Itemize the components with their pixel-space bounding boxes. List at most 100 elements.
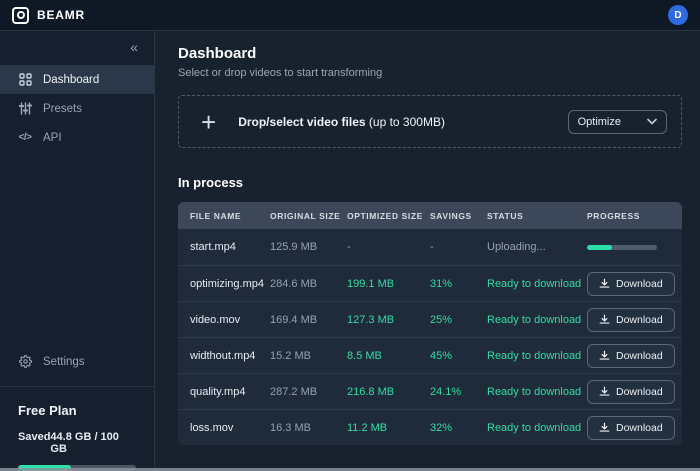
- cell-optimized-size: 199.1 MB: [347, 278, 430, 290]
- user-avatar[interactable]: D: [668, 5, 688, 25]
- download-button-label: Download: [616, 314, 663, 326]
- sidebar-item-label: API: [43, 132, 62, 144]
- cell-action: Download: [587, 308, 682, 332]
- cell-original-size: 16.3 MB: [270, 422, 347, 434]
- gear-icon: [18, 355, 32, 369]
- table-row: start.mp4 125.9 MB - - Uploading...: [178, 229, 682, 265]
- plan-saved-value: 44.8 GB / 100 GB: [50, 431, 132, 455]
- sidebar-collapse-icon[interactable]: «: [130, 39, 138, 55]
- column-header: OPTIMIZED SIZE: [347, 211, 430, 221]
- cell-file-name: start.mp4: [190, 241, 270, 253]
- cell-original-size: 169.4 MB: [270, 314, 347, 326]
- cell-status: Uploading...: [487, 241, 587, 253]
- brand-logo: BEAMR: [12, 7, 85, 24]
- section-title: In process: [178, 175, 682, 190]
- sliders-icon: [18, 102, 32, 116]
- download-icon: [599, 350, 610, 361]
- table-header-row: FILE NAME ORIGINAL SIZE OPTIMIZED SIZE S…: [178, 202, 682, 229]
- cell-optimized-size: 11.2 MB: [347, 422, 430, 434]
- column-header: PROGRESS: [587, 211, 682, 221]
- sidebar-item-presets[interactable]: Presets: [0, 94, 154, 123]
- main-content: Dashboard Select or drop videos to start…: [155, 31, 700, 471]
- plan-saved-label: Saved: [18, 431, 50, 443]
- cell-optimized-size: -: [347, 241, 430, 253]
- grid-icon: [18, 73, 32, 87]
- in-process-table: FILE NAME ORIGINAL SIZE OPTIMIZED SIZE S…: [178, 202, 682, 445]
- table-row: widthout.mp4 15.2 MB 8.5 MB 45% Ready to…: [178, 337, 682, 373]
- cell-savings: 24.1%: [430, 386, 487, 398]
- download-button-label: Download: [616, 386, 663, 398]
- download-icon: [599, 278, 610, 289]
- cell-action: Download: [587, 380, 682, 404]
- chevron-down-icon: [647, 118, 657, 125]
- cell-file-name: optimizing.mp4: [190, 278, 270, 290]
- cell-optimized-size: 8.5 MB: [347, 350, 430, 362]
- download-button[interactable]: Download: [587, 272, 675, 296]
- beamr-logo-icon: [12, 7, 29, 24]
- cell-original-size: 284.6 MB: [270, 278, 347, 290]
- cell-action: Download: [587, 416, 682, 440]
- code-icon: </>: [18, 131, 32, 145]
- dropzone-label-bold: Drop/select video files: [238, 115, 365, 129]
- cell-status: Ready to download: [487, 314, 587, 326]
- download-button-label: Download: [616, 422, 663, 434]
- sidebar: « Dashboard Presets: [0, 31, 155, 471]
- sidebar-item-dashboard[interactable]: Dashboard: [0, 65, 154, 94]
- cell-file-name: quality.mp4: [190, 386, 270, 398]
- cell-optimized-size: 127.3 MB: [347, 314, 430, 326]
- cell-savings: -: [430, 241, 487, 253]
- download-icon: [599, 314, 610, 325]
- sidebar-item-settings[interactable]: Settings: [0, 347, 154, 376]
- plan-box: Free Plan Saved 44.8 GB / 100 GB: [0, 387, 154, 471]
- cell-status: Ready to download: [487, 278, 587, 290]
- cell-status: Ready to download: [487, 350, 587, 362]
- sidebar-nav: Dashboard Presets </> API: [0, 65, 154, 152]
- row-progress-bar: [587, 245, 657, 250]
- cell-original-size: 287.2 MB: [270, 386, 347, 398]
- cell-savings: 32%: [430, 422, 487, 434]
- cell-file-name: loss.mov: [190, 422, 270, 434]
- file-dropzone[interactable]: + Drop/select video files (up to 300MB) …: [178, 95, 682, 148]
- cell-action: Download: [587, 272, 682, 296]
- cell-file-name: video.mov: [190, 314, 270, 326]
- mode-dropdown[interactable]: Optimize: [568, 110, 667, 134]
- table-body: start.mp4 125.9 MB - - Uploading... opti…: [178, 229, 682, 445]
- row-progress-fill: [587, 245, 612, 250]
- cell-action: Download: [587, 344, 682, 368]
- cell-action: [587, 245, 682, 250]
- mode-dropdown-value: Optimize: [578, 116, 621, 128]
- sidebar-item-label: Settings: [43, 356, 85, 368]
- cell-file-name: widthout.mp4: [190, 350, 270, 362]
- column-header: STATUS: [487, 211, 587, 221]
- download-button[interactable]: Download: [587, 344, 675, 368]
- cell-optimized-size: 216.8 MB: [347, 386, 430, 398]
- download-button-label: Download: [616, 278, 663, 290]
- cell-status: Ready to download: [487, 422, 587, 434]
- cell-original-size: 15.2 MB: [270, 350, 347, 362]
- dropzone-label-rest: (up to 300MB): [366, 115, 445, 129]
- download-button-label: Download: [616, 350, 663, 362]
- column-header: SAVINGS: [430, 211, 487, 221]
- column-header: FILE NAME: [190, 211, 270, 221]
- sidebar-item-api[interactable]: </> API: [0, 123, 154, 152]
- cell-savings: 45%: [430, 350, 487, 362]
- cell-status: Ready to download: [487, 386, 587, 398]
- page-title: Dashboard: [178, 45, 682, 62]
- cell-savings: 31%: [430, 278, 487, 290]
- brand-name: BEAMR: [37, 8, 85, 22]
- table-row: quality.mp4 287.2 MB 216.8 MB 24.1% Read…: [178, 373, 682, 409]
- download-button[interactable]: Download: [587, 416, 675, 440]
- download-button[interactable]: Download: [587, 380, 675, 404]
- table-row: optimizing.mp4 284.6 MB 199.1 MB 31% Rea…: [178, 265, 682, 301]
- download-button[interactable]: Download: [587, 308, 675, 332]
- column-header: ORIGINAL SIZE: [270, 211, 347, 221]
- page-subtitle: Select or drop videos to start transform…: [178, 67, 682, 79]
- download-icon: [599, 422, 610, 433]
- top-bar: BEAMR D: [0, 0, 700, 31]
- cell-original-size: 125.9 MB: [270, 241, 347, 253]
- plan-name: Free Plan: [18, 403, 136, 418]
- download-icon: [599, 386, 610, 397]
- dropzone-label: Drop/select video files (up to 300MB): [238, 115, 445, 129]
- sidebar-item-label: Presets: [43, 103, 82, 115]
- plus-icon: +: [201, 109, 216, 135]
